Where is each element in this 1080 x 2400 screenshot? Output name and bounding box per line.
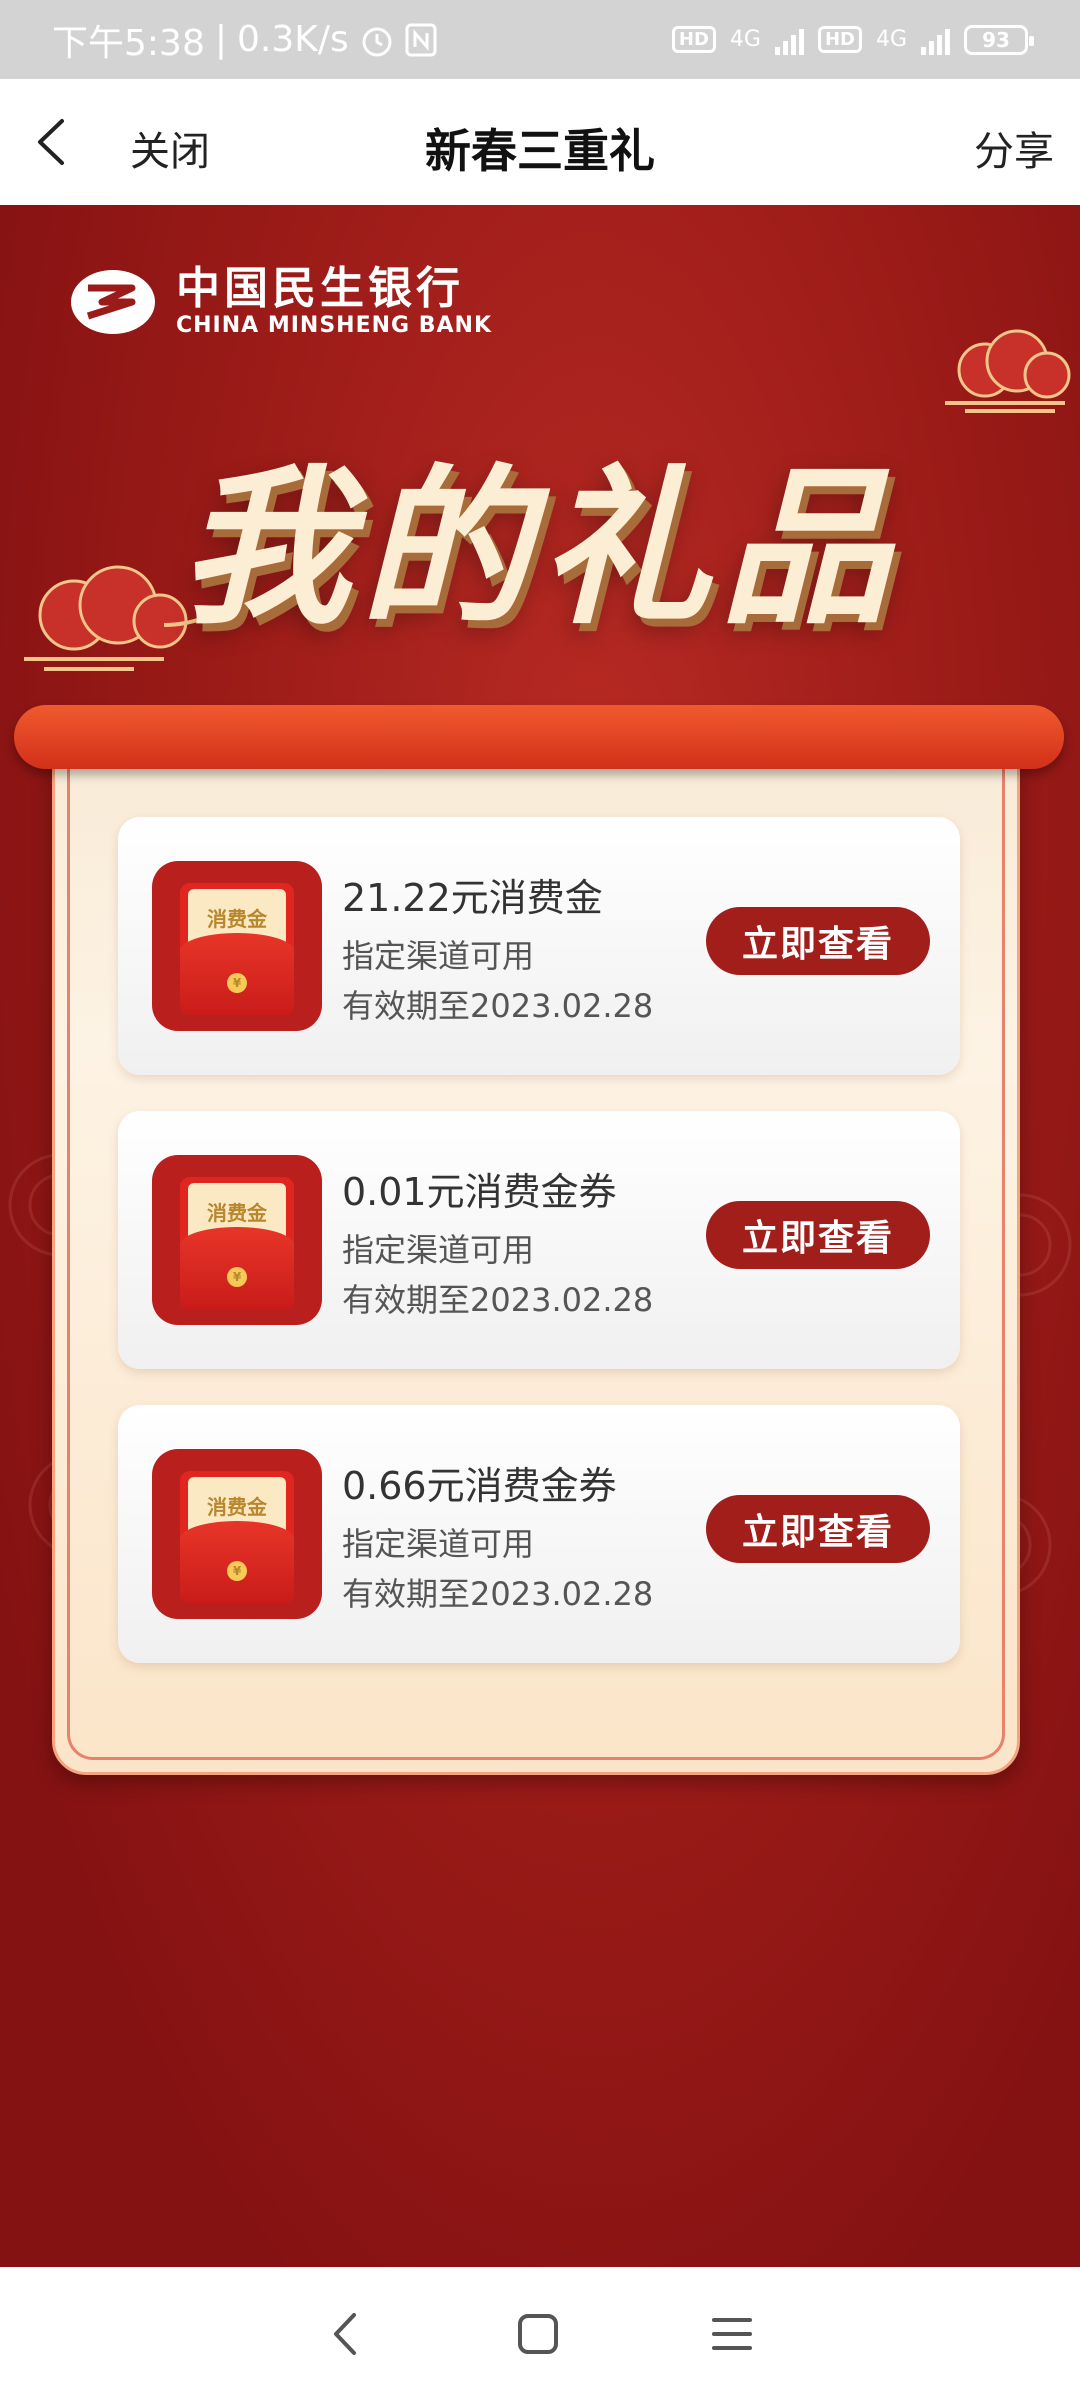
- network-type-label-2: 4G: [875, 27, 907, 52]
- cloud-decoration: [945, 329, 1071, 413]
- view-now-button[interactable]: 立即查看: [706, 907, 930, 975]
- status-bar: 下午5:38 | 0.3K/s HD 4G HD 4G 93: [0, 0, 1080, 79]
- battery-icon: 93: [964, 24, 1034, 55]
- alarm-icon: [362, 27, 392, 56]
- status-right: HD 4G HD 4G 93: [671, 24, 1034, 55]
- red-envelope-icon: 消费金 ¥: [152, 1449, 322, 1619]
- red-envelope-icon: 消费金 ¥: [152, 861, 322, 1031]
- signal-icon-2: [921, 25, 950, 55]
- sys-home-icon[interactable]: [516, 2312, 560, 2356]
- gift-expiry: 有效期至2023.02.28: [342, 987, 654, 1025]
- bank-name-en: CHINA MINSHENG BANK: [176, 313, 492, 338]
- status-left: 下午5:38 | 0.3K/s: [52, 14, 437, 66]
- bank-name-cn: 中国民生银行: [176, 263, 464, 314]
- scroll-rod: [14, 705, 1064, 769]
- sys-menu-icon[interactable]: [710, 2312, 754, 2356]
- coin-icon: ¥: [227, 973, 247, 993]
- gift-card: 消费金 ¥ 0.66元消费金券 指定渠道可用 有效期至2023.02.28 立即…: [118, 1405, 960, 1663]
- gift-channel: 指定渠道可用: [342, 937, 535, 975]
- envelope-body: 消费金 ¥: [180, 883, 294, 1015]
- sys-back-icon[interactable]: [326, 2309, 366, 2359]
- status-net-speed: 0.3K/s: [236, 19, 349, 60]
- battery-level: 93: [982, 27, 1010, 52]
- envelope-body: 消费金 ¥: [180, 1471, 294, 1603]
- gift-card: 消费金 ¥ 0.01元消费金券 指定渠道可用 有效期至2023.02.28 立即…: [118, 1111, 960, 1369]
- bank-logo-icon: [71, 270, 155, 334]
- bank-logo: 中国民生银行 CHINA MINSHENG BANK: [68, 265, 492, 339]
- signal-icon: [774, 25, 804, 55]
- red-envelope-icon: 消费金 ¥: [152, 1155, 322, 1325]
- status-divider: |: [214, 19, 227, 60]
- gift-title: 21.22元消费金: [342, 876, 603, 920]
- share-button[interactable]: 分享: [974, 119, 1054, 177]
- view-now-button[interactable]: 立即查看: [706, 1201, 930, 1269]
- gift-channel: 指定渠道可用: [342, 1231, 535, 1269]
- gift-expiry: 有效期至2023.02.28: [342, 1281, 654, 1319]
- hd-badge-2: HD: [817, 26, 862, 53]
- gift-title: 0.66元消费金券: [342, 1464, 617, 1508]
- status-time: 下午5:38: [52, 22, 205, 64]
- view-now-button[interactable]: 立即查看: [706, 1495, 930, 1563]
- gift-title: 0.01元消费金券: [342, 1170, 617, 1214]
- header-bar: 关闭 新春三重礼 分享: [0, 79, 1080, 205]
- gift-card: 消费金 ¥ 21.22元消费金 指定渠道可用 有效期至2023.02.28 立即…: [118, 817, 960, 1075]
- gift-channel: 指定渠道可用: [342, 1525, 535, 1563]
- network-type-label: 4G: [729, 27, 761, 52]
- hd-badge: HD: [671, 26, 716, 53]
- envelope-body: 消费金 ¥: [180, 1177, 294, 1309]
- gift-expiry: 有效期至2023.02.28: [342, 1575, 654, 1613]
- main-content: 中国民生银行 CHINA MINSHENG BANK 我的礼品 消费金 ¥ 21…: [0, 205, 1080, 2267]
- bank-name: 中国民生银行 CHINA MINSHENG BANK: [176, 265, 492, 339]
- hero-title: 我的礼品: [179, 448, 900, 648]
- coin-icon: ¥: [227, 1561, 247, 1581]
- nfc-icon: [405, 23, 437, 56]
- system-nav-bar: [0, 2267, 1080, 2400]
- coin-icon: ¥: [227, 1267, 247, 1287]
- page-title: 新春三重礼: [425, 124, 655, 178]
